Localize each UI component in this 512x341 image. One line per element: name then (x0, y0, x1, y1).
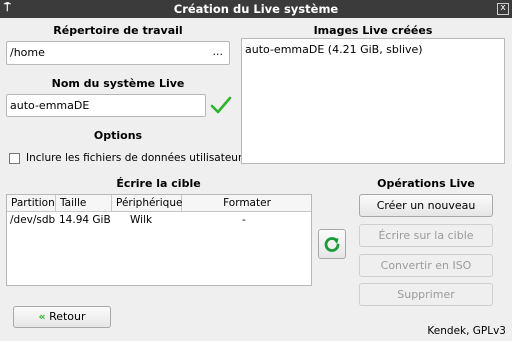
browse-button[interactable]: ... (213, 45, 224, 58)
target-table[interactable]: Partition Taille Périphérique Formater /… (6, 194, 312, 286)
convert-iso-button[interactable]: Convertir en ISO (359, 254, 493, 277)
cell-size: 14.94 GiB (59, 214, 111, 226)
column-header-format[interactable]: Formater (182, 195, 311, 212)
live-name-heading: Nom du système Live (51, 77, 185, 90)
live-name-value: auto-emmaDE (10, 99, 90, 112)
back-label: Retour (49, 310, 86, 323)
live-name-input[interactable]: auto-emmaDE (6, 94, 206, 117)
cell-format: - (242, 214, 246, 226)
refresh-icon (324, 237, 340, 252)
credits-text: Kendek, GPLv3 (427, 325, 506, 337)
back-arrows-icon: « (38, 310, 46, 323)
column-header-partition[interactable]: Partition (7, 195, 56, 212)
back-button[interactable]: « Retour (13, 306, 111, 328)
workdir-value: /home (10, 46, 45, 59)
write-target-button[interactable]: Écrire sur la cible (359, 224, 493, 247)
column-header-size[interactable]: Taille (56, 195, 112, 212)
images-heading: Images Live créées (313, 24, 433, 37)
close-icon[interactable]: x (497, 3, 509, 15)
target-heading: Écrire la cible (116, 177, 201, 190)
list-item[interactable]: auto-emmaDE (4.21 GiB, sblive) (245, 43, 423, 56)
title-bar: ⍑ Création du Live système x (0, 0, 512, 18)
include-user-data-checkbox[interactable] (9, 153, 20, 164)
include-user-data-label: Inclure les fichiers de données utilisat… (26, 152, 243, 164)
options-heading: Options (93, 129, 143, 142)
workdir-field[interactable]: /home ... (6, 41, 230, 65)
operations-heading: Opérations Live (377, 177, 475, 190)
write-target-label: Écrire sur la cible (378, 229, 474, 242)
window-title: Création du Live système (173, 2, 339, 16)
refresh-button[interactable] (318, 229, 346, 259)
cell-device: Wilk (130, 214, 153, 226)
create-new-button[interactable]: Créer un nouveau (359, 194, 493, 217)
column-header-device[interactable]: Périphérique (112, 195, 182, 212)
cell-partition: /dev/sdb (10, 214, 56, 226)
delete-label: Supprimer (397, 288, 455, 301)
convert-iso-label: Convertir en ISO (380, 259, 472, 272)
create-new-label: Créer un nouveau (376, 199, 476, 212)
app-window: ⍑ Création du Live système x Répertoire … (0, 0, 512, 341)
delete-button[interactable]: Supprimer (359, 283, 493, 306)
checkmark-icon (210, 96, 232, 114)
workdir-heading: Répertoire de travail (53, 24, 183, 37)
images-list[interactable]: auto-emmaDE (4.21 GiB, sblive) (241, 38, 505, 164)
